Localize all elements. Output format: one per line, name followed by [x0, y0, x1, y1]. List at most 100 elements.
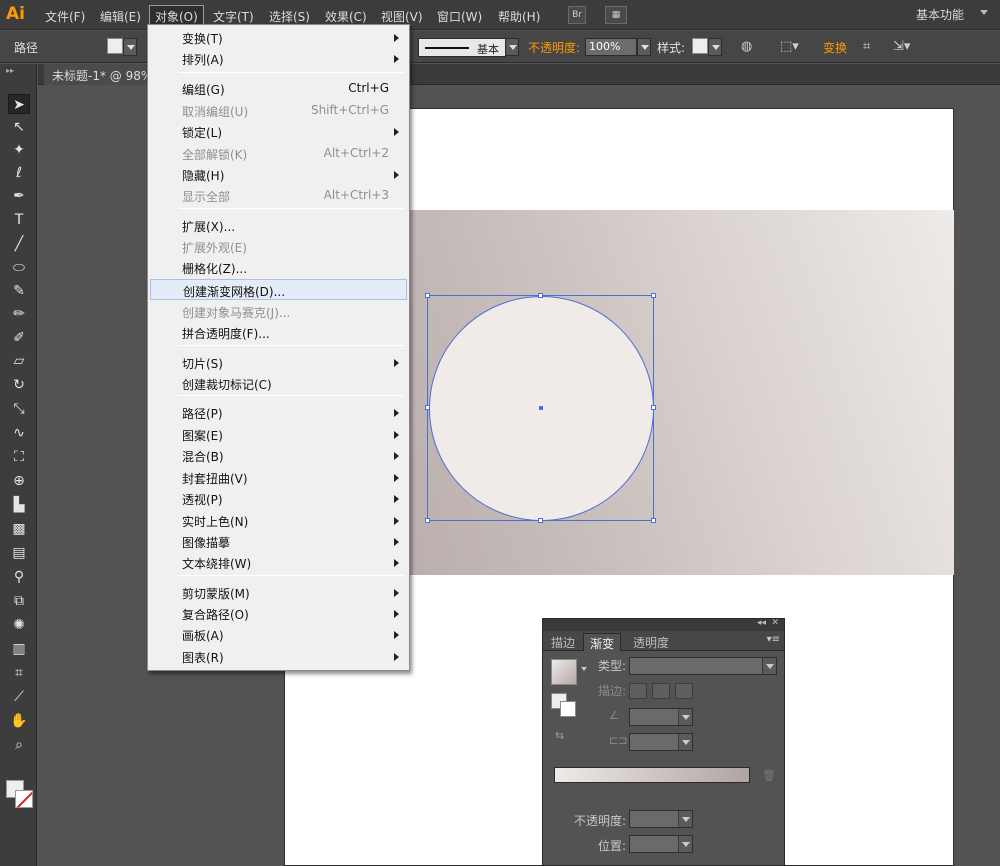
close-icon[interactable]: ✕	[771, 618, 779, 628]
warp-tool-icon[interactable]: ∿	[8, 423, 30, 443]
lasso-tool-icon[interactable]: ℓ	[8, 163, 30, 183]
menu-item-group[interactable]: 编组(G) Ctrl+G	[150, 78, 407, 99]
isolate-icon[interactable]: ⌗	[863, 39, 870, 54]
graphic-style-dropdown[interactable]	[708, 38, 722, 56]
tab-stroke[interactable]: 描边	[545, 633, 581, 651]
perspective-grid-tool-icon[interactable]: ▙	[8, 495, 30, 515]
trash-icon[interactable]: 🗑	[762, 769, 776, 782]
recolor-icon[interactable]: ◍	[741, 39, 752, 54]
stroke-style-dropdown[interactable]	[505, 38, 519, 56]
symbol-sprayer-tool-icon[interactable]: ✺	[8, 615, 30, 635]
arrange-documents-icon[interactable]: ▦	[605, 6, 627, 24]
stroke-none-icon[interactable]	[15, 790, 33, 808]
menu-window[interactable]: 窗口(W)	[432, 6, 487, 27]
aspect-ratio-input[interactable]	[629, 733, 693, 751]
eyedropper-tool-icon[interactable]: ⚲	[8, 567, 30, 587]
stroke-across-icon[interactable]	[675, 683, 693, 699]
blob-brush-tool-icon[interactable]: ✐	[8, 328, 30, 348]
document-tab[interactable]: 未标题-1* @ 98%	[44, 64, 161, 85]
paintbrush-tool-icon[interactable]: ✎	[8, 281, 30, 301]
fill-swatch[interactable]	[107, 38, 123, 54]
reverse-gradient-icon[interactable]: ⇆	[555, 729, 564, 742]
tab-transparency[interactable]: 透明度	[627, 633, 675, 651]
blend-tool-icon[interactable]: ⧉	[8, 591, 30, 611]
bridge-icon[interactable]: Br	[568, 6, 586, 24]
menu-item-create-object-mosaic[interactable]: 创建对象马赛克(J)...	[150, 301, 407, 322]
menu-file[interactable]: 文件(F)	[40, 6, 90, 27]
handle-bottom-right[interactable]	[651, 518, 656, 523]
hand-tool-icon[interactable]: ✋	[8, 711, 30, 731]
menu-help[interactable]: 帮助(H)	[493, 6, 545, 27]
tab-gradient[interactable]: 渐变	[583, 633, 622, 651]
menu-item-path[interactable]: 路径(P)	[150, 402, 407, 423]
panel-menu-icon[interactable]: ▾≡	[767, 634, 780, 645]
workspace-switcher[interactable]: 基本功能	[916, 6, 964, 23]
free-transform-tool-icon[interactable]: ⛶	[8, 447, 30, 467]
magic-wand-tool-icon[interactable]: ✦	[8, 140, 30, 160]
shape-builder-tool-icon[interactable]: ⊕	[8, 471, 30, 491]
artboard-tool-icon[interactable]: ⌗	[8, 663, 30, 683]
transform-link[interactable]: 变换	[823, 39, 847, 56]
direct-selection-tool-icon[interactable]: ↖	[8, 117, 30, 137]
menu-item-unlock-all[interactable]: 全部解锁(K) Alt+Ctrl+2	[150, 143, 407, 164]
menu-item-lock[interactable]: 锁定(L)	[150, 121, 407, 142]
menu-item-graph[interactable]: 图表(R)	[150, 646, 407, 667]
opacity-input[interactable]: 100%	[585, 38, 637, 56]
chevron-down-icon[interactable]	[581, 667, 587, 671]
menu-item-text-wrap[interactable]: 文本绕排(W)	[150, 552, 407, 573]
handle-middle-left[interactable]	[425, 405, 430, 410]
menu-item-perspective[interactable]: 透视(P)	[150, 488, 407, 509]
handle-bottom-left[interactable]	[425, 518, 430, 523]
menu-item-artboards[interactable]: 画板(A)	[150, 624, 407, 645]
chevron-down-icon[interactable]	[980, 10, 988, 15]
handle-top-left[interactable]	[425, 293, 430, 298]
graphic-style-swatch[interactable]	[692, 38, 708, 54]
menu-item-blend[interactable]: 混合(B)	[150, 445, 407, 466]
stroke-within-icon[interactable]	[629, 683, 647, 699]
menu-item-ungroup[interactable]: 取消编组(U) Shift+Ctrl+G	[150, 100, 407, 121]
eraser-tool-icon[interactable]: ▱	[8, 351, 30, 371]
menu-item-clipping-mask[interactable]: 剪切蒙版(M)	[150, 582, 407, 603]
ellipse-tool-icon[interactable]: ⬭	[8, 258, 30, 278]
fill-dropdown[interactable]	[123, 38, 137, 56]
menu-item-rasterize[interactable]: 栅格化(Z)...	[150, 257, 407, 278]
handle-middle-right[interactable]	[651, 405, 656, 410]
handle-top-center[interactable]	[538, 293, 543, 298]
menu-item-create-trim-marks[interactable]: 创建裁切标记(C)	[150, 373, 407, 394]
gradient-tool-icon[interactable]: ▤	[8, 543, 30, 563]
collapse-icon[interactable]: ◂◂	[757, 618, 766, 628]
angle-input[interactable]	[629, 708, 693, 726]
align-icon[interactable]: ⬚▾	[780, 39, 799, 54]
type-tool-icon[interactable]: T	[8, 210, 30, 230]
menu-item-compound-path[interactable]: 复合路径(O)	[150, 603, 407, 624]
pencil-tool-icon[interactable]: ✏	[8, 304, 30, 324]
menu-item-envelope-distort[interactable]: 封套扭曲(V)	[150, 467, 407, 488]
menu-item-image-trace[interactable]: 图像描摹	[150, 531, 407, 552]
stop-opacity-input[interactable]	[629, 810, 693, 828]
gradient-preview[interactable]	[551, 659, 577, 685]
line-tool-icon[interactable]: ╱	[8, 234, 30, 254]
handle-bottom-center[interactable]	[538, 518, 543, 523]
menu-item-pattern[interactable]: 图案(E)	[150, 424, 407, 445]
column-graph-tool-icon[interactable]: ▥	[8, 639, 30, 659]
stroke-none-icon[interactable]	[560, 701, 576, 717]
panel-title-bar[interactable]: ◂◂ ✕	[543, 618, 784, 631]
gradient-slider[interactable]	[554, 767, 750, 783]
opacity-label[interactable]: 不透明度:	[528, 39, 580, 56]
selection-tool-icon[interactable]: ➤	[8, 94, 30, 114]
zoom-tool-icon[interactable]: ⌕	[8, 735, 30, 755]
menu-edit[interactable]: 编辑(E)	[95, 6, 146, 27]
slice-tool-icon[interactable]: ⟋	[8, 687, 30, 707]
stop-position-input[interactable]	[629, 835, 693, 853]
menu-item-show-all[interactable]: 显示全部 Alt+Ctrl+3	[150, 185, 407, 206]
menu-item-expand-appearance[interactable]: 扩展外观(E)	[150, 236, 407, 257]
menu-item-hide[interactable]: 隐藏(H)	[150, 164, 407, 185]
rotate-tool-icon[interactable]: ↻	[8, 375, 30, 395]
panel-options-icon[interactable]: ⇲▾	[893, 39, 910, 54]
menu-item-transform[interactable]: 变换(T)	[150, 27, 407, 48]
menu-item-create-gradient-mesh[interactable]: 创建渐变网格(D)...	[150, 279, 407, 300]
pen-tool-icon[interactable]: ✒	[8, 186, 30, 206]
scale-tool-icon[interactable]: ⤡	[8, 399, 30, 419]
menu-item-expand[interactable]: 扩展(X)...	[150, 215, 407, 236]
type-select[interactable]	[629, 657, 777, 675]
